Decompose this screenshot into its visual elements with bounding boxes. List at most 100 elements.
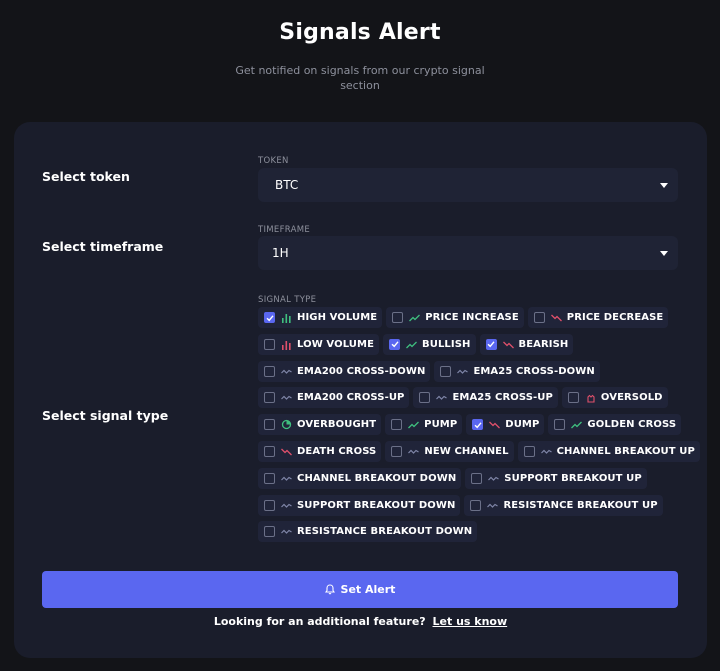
checkbox[interactable] (264, 445, 275, 457)
alert-form-card: Select token TOKEN BTC Select timeframe … (14, 122, 707, 658)
checkbox[interactable] (470, 499, 482, 511)
checkbox[interactable] (389, 338, 401, 350)
timeframe-field-label: TIMEFRAME (258, 225, 311, 235)
checkbox[interactable] (392, 312, 404, 323)
checkbox[interactable] (472, 419, 484, 431)
trend-down-icon (281, 448, 292, 456)
signal-option-label: EMA200 CROSS-UP (297, 392, 405, 404)
page-subtitle: Get notified on signals from our crypto … (235, 64, 485, 92)
trend-down-icon (550, 314, 562, 322)
wave-icon (408, 449, 420, 454)
signal-option-label: DEATH CROSS (297, 445, 377, 457)
trend-up-icon (406, 341, 417, 349)
signal-type-field-label: SIGNAL TYPE (258, 295, 317, 305)
checkbox[interactable] (264, 365, 275, 377)
wave-icon (281, 369, 292, 374)
token-select[interactable]: BTC (258, 168, 678, 202)
signal-option-overbought[interactable]: OVERBOUGHT (258, 414, 382, 436)
signal-option-label: NEW CHANNEL (424, 445, 509, 457)
signal-option-label: CHANNEL BREAKOUT UP (556, 445, 695, 457)
trend-up-icon (409, 314, 421, 322)
signal-option-price-decrease[interactable]: PRICE DECREASE (527, 307, 669, 328)
token-select-value: BTC (275, 178, 299, 192)
footer-text: Looking for an additional feature? (213, 615, 426, 628)
signal-option-ema25-cross-down[interactable]: EMA25 CROSS-DOWN (434, 360, 600, 382)
wave-icon (487, 503, 499, 508)
signal-option-bearish[interactable]: BEARISH (479, 333, 574, 355)
signal-option-support-breakout-up[interactable]: SUPPORT BREAKOUT UP (465, 467, 647, 489)
signal-option-pump[interactable]: PUMP (385, 414, 463, 436)
signal-option-channel-breakout-down[interactable]: CHANNEL BREAKOUT DOWN (258, 467, 462, 489)
signal-row: SUPPORT BREAKOUT DOWN RESISTANCE BREAKOUT… (258, 494, 688, 522)
wave-icon (488, 476, 500, 481)
checkbox[interactable] (471, 472, 483, 484)
set-alert-button[interactable]: Set Alert (42, 571, 678, 608)
bell-icon (324, 584, 335, 595)
signal-row: OVERBOUGHT PUMP DUMP GOLDEN CROSS (258, 414, 688, 441)
checkbox[interactable] (264, 392, 275, 404)
checkbox[interactable] (264, 499, 275, 511)
signal-option-label: OVERSOLD (600, 392, 663, 404)
signal-option-label: DUMP (505, 419, 540, 431)
token-row-label: Select token (42, 169, 130, 184)
signal-option-ema200-cross-up[interactable]: EMA200 CROSS-UP (258, 387, 410, 409)
checkbox[interactable] (264, 338, 275, 350)
trend-up-icon (408, 421, 420, 429)
trend-down-icon (502, 341, 514, 349)
signal-option-low-volume[interactable]: LOW VOLUME (258, 333, 380, 355)
checkbox[interactable] (264, 312, 275, 323)
page-title: Signals Alert (279, 20, 441, 45)
wave-icon (540, 449, 552, 454)
signal-option-resistance-breakout-up[interactable]: RESISTANCE BREAKOUT UP (464, 494, 663, 516)
signal-row: EMA200 CROSS-UP EMA25 CROSS-UP OVERSOLD (258, 387, 688, 414)
signal-option-label: PRICE INCREASE (425, 312, 519, 323)
signal-option-resistance-breakout-down[interactable]: RESISTANCE BREAKOUT DOWN (258, 521, 478, 543)
checkbox[interactable] (567, 392, 579, 404)
checkbox[interactable] (264, 419, 275, 431)
check-icon (474, 422, 482, 429)
signal-row: CHANNEL BREAKOUT DOWN SUPPORT BREAKOUT UP (258, 467, 688, 495)
signal-option-oversold[interactable]: OVERSOLD (561, 387, 668, 409)
chevron-down-icon (660, 250, 668, 256)
volume-bars-icon (282, 340, 291, 350)
timeframe-select[interactable]: 1H (258, 236, 678, 270)
signal-option-price-increase[interactable]: PRICE INCREASE (386, 307, 524, 328)
checkbox[interactable] (391, 445, 403, 457)
signal-option-label: OVERBOUGHT (297, 419, 377, 431)
signal-option-golden-cross[interactable]: GOLDEN CROSS (548, 414, 682, 436)
signal-option-channel-breakout-up[interactable]: CHANNEL BREAKOUT UP (517, 440, 700, 462)
signal-option-ema200-cross-down[interactable]: EMA200 CROSS-DOWN (258, 360, 431, 382)
checkbox[interactable] (419, 392, 431, 404)
set-alert-label: Set Alert (340, 583, 396, 596)
checkbox[interactable] (264, 472, 275, 484)
trend-up-icon (571, 421, 583, 429)
checkbox[interactable] (440, 365, 452, 377)
checkbox[interactable] (391, 419, 403, 431)
checkbox[interactable] (485, 338, 497, 350)
checkbox[interactable] (264, 526, 275, 538)
signal-option-label: RESISTANCE BREAKOUT DOWN (297, 526, 473, 538)
check-icon (266, 314, 274, 321)
footer-note: Looking for an additional feature? Let u… (14, 615, 707, 628)
signal-option-ema25-cross-up[interactable]: EMA25 CROSS-UP (413, 387, 558, 409)
let-us-know-link[interactable]: Let us know (433, 615, 508, 628)
signal-option-label: HIGH VOLUME (297, 312, 378, 323)
checkbox[interactable] (533, 312, 545, 323)
hand-icon (587, 395, 595, 403)
checkbox[interactable] (523, 445, 535, 457)
signal-option-label: LOW VOLUME (297, 338, 375, 350)
timeframe-row-label: Select timeframe (42, 239, 164, 254)
signal-type-row-label: Select signal type (42, 408, 169, 423)
signal-option-death-cross[interactable]: DEATH CROSS (258, 440, 382, 462)
signal-option-bullish[interactable]: BULLISH (383, 333, 476, 355)
signal-option-support-breakout-down[interactable]: SUPPORT BREAKOUT DOWN (258, 494, 461, 516)
signal-option-label: PRICE DECREASE (566, 312, 664, 323)
signal-option-dump[interactable]: DUMP (466, 414, 545, 436)
signal-option-label: EMA25 CROSS-DOWN (473, 365, 595, 377)
signal-option-new-channel[interactable]: NEW CHANNEL (385, 440, 514, 462)
signal-option-high-volume[interactable]: HIGH VOLUME (258, 307, 383, 328)
signal-option-label: SUPPORT BREAKOUT UP (504, 472, 642, 484)
checkbox[interactable] (554, 419, 566, 431)
timeframe-select-value: 1H (272, 246, 289, 260)
signal-type-options: HIGH VOLUME PRICE INCREASE PRICE DECREASE L… (258, 307, 700, 548)
